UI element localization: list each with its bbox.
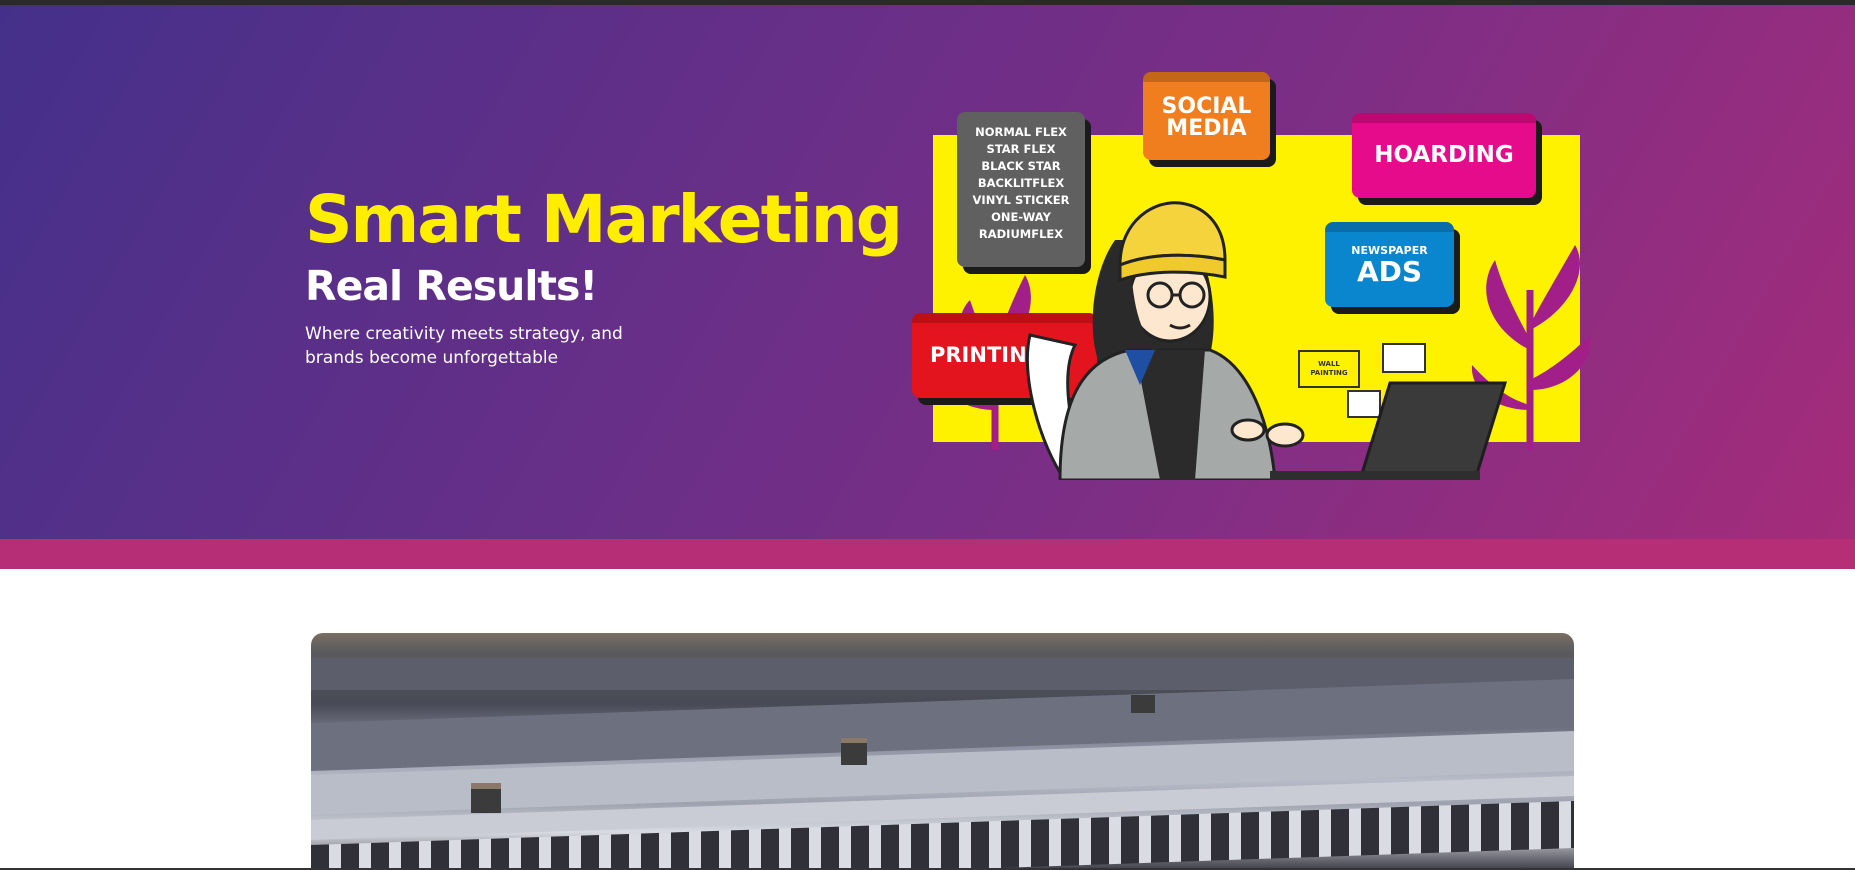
printer-clamp: [841, 738, 867, 765]
flex-type-item: NORMAL FLEX: [975, 125, 1067, 139]
ads-label: ADS: [1356, 255, 1423, 288]
printer-clamp: [1131, 695, 1155, 713]
printing-label: PRINTIN: [930, 343, 1027, 367]
flex-type-item: STAR FLEX: [986, 142, 1056, 156]
mini-screen: [1382, 343, 1426, 373]
newspaper-ads-card: NEWSPAPER ADS: [1325, 222, 1454, 307]
hoarding-label: HOARDING: [1374, 142, 1514, 168]
marketing-illustration: NORMAL FLEX STAR FLEX BLACK STAR BACKLIT…: [900, 60, 1600, 480]
social-media-label: SOCIAL MEDIA: [1161, 94, 1252, 141]
hero-text: Smart Marketing Real Results! Where crea…: [305, 180, 903, 370]
printer-clamp: [471, 783, 501, 813]
printer-machine-photo: [311, 633, 1574, 870]
hero-description: Where creativity meets strategy, and bra…: [305, 324, 623, 368]
hero-subtitle: Real Results!: [305, 262, 598, 310]
hero-banner: Smart Marketing Real Results! Where crea…: [0, 5, 1855, 539]
laptop-icon: [1270, 381, 1508, 480]
hoarding-card: HOARDING: [1352, 113, 1536, 198]
flex-type-item: BLACK STAR: [981, 159, 1061, 173]
hero-accent-strip: [0, 539, 1855, 569]
social-media-card: SOCIAL MEDIA: [1143, 72, 1270, 160]
hero-title: Smart Marketing: [305, 181, 903, 258]
